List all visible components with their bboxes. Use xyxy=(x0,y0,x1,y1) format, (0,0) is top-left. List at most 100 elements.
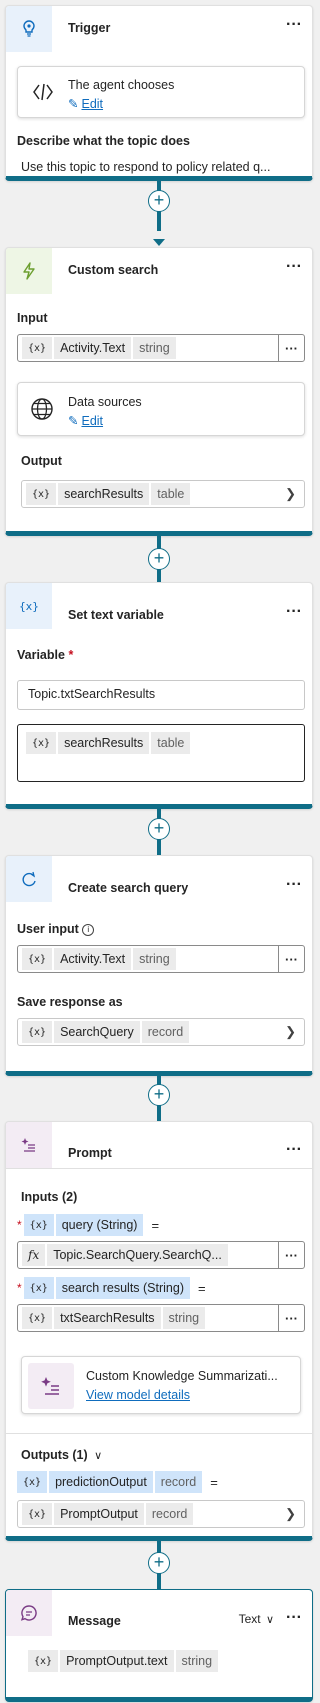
required-marker: * xyxy=(68,648,74,662)
add-node-button[interactable]: + xyxy=(148,1084,170,1106)
message-more-button[interactable]: ··· xyxy=(286,1610,302,1626)
user-input-more-button[interactable]: ··· xyxy=(278,946,304,972)
agent-chooses-title: The agent chooses xyxy=(68,78,175,92)
trigger-title: Trigger xyxy=(68,21,111,35)
view-model-details-link[interactable]: View model details xyxy=(86,1388,190,1402)
globe-icon xyxy=(30,397,54,424)
text-mode-label: Text xyxy=(238,1612,261,1626)
prompt-sparkle-icon xyxy=(6,1122,52,1168)
variable-icon: {x} xyxy=(22,1307,53,1329)
lightning-icon xyxy=(6,248,52,294)
message-type: string xyxy=(175,1650,219,1672)
message-variable: PromptOutput.text xyxy=(60,1650,174,1672)
text-mode-dropdown[interactable]: Text ∨ xyxy=(239,1612,274,1626)
inputs-label: Inputs (2) xyxy=(21,1190,78,1204)
chevron-right-icon[interactable]: ❯ xyxy=(285,1024,296,1040)
pencil-icon: ✎ xyxy=(68,97,79,111)
value-field[interactable]: {x} searchResults table xyxy=(17,724,305,782)
agent-chooses-card: The agent chooses ✎ Edit xyxy=(17,66,305,118)
output-name: predictionOutput xyxy=(49,1471,153,1493)
create-search-query-title: Create search query xyxy=(68,881,189,895)
save-response-field[interactable]: {x} SearchQuery record ❯ xyxy=(17,1018,305,1046)
add-node-button[interactable]: + xyxy=(148,190,170,212)
input2-name: search results (String) xyxy=(55,1277,190,1299)
input-label: Input xyxy=(17,311,48,325)
input2-value: txtSearchResults xyxy=(54,1307,161,1329)
input-more-button[interactable]: ··· xyxy=(278,335,304,361)
data-sources-edit-link[interactable]: ✎ Edit xyxy=(68,413,103,428)
user-input-label-text: User input xyxy=(17,922,79,936)
chevron-right-icon[interactable]: ❯ xyxy=(285,1506,296,1522)
variable-icon: {x} xyxy=(28,1650,59,1672)
variable-node-icon: {x} xyxy=(6,583,52,629)
prompt-title: Prompt xyxy=(68,1146,112,1160)
outputs-label-text: Outputs (1) xyxy=(21,1448,88,1462)
output-type: table xyxy=(151,483,191,505)
input1-value: Topic.SearchQuery.SearchQ... xyxy=(47,1244,228,1266)
create-search-query-more-button[interactable]: ··· xyxy=(286,877,302,893)
save-response-variable: SearchQuery xyxy=(54,1021,140,1043)
add-node-button[interactable]: + xyxy=(148,818,170,840)
code-brackets-icon xyxy=(32,81,54,106)
variable-icon: {x} xyxy=(23,1277,54,1299)
message-bubble-icon xyxy=(6,1590,52,1636)
custom-search-title: Custom search xyxy=(68,263,159,277)
variable-label-text: Variable xyxy=(17,648,65,662)
divider xyxy=(6,1433,312,1434)
input1-name: query (String) xyxy=(55,1214,144,1236)
equals-sign: = xyxy=(210,1474,218,1490)
output-field[interactable]: {x} searchResults table ❯ xyxy=(21,480,305,508)
input2-more-button[interactable]: ··· xyxy=(278,1305,304,1331)
set-text-variable-more-button[interactable]: ··· xyxy=(286,604,302,620)
describe-value[interactable]: Use this topic to respond to policy rela… xyxy=(21,160,270,174)
chevron-down-icon: ∨ xyxy=(94,1450,103,1462)
outputs-label[interactable]: Outputs (1) ∨ xyxy=(21,1448,102,1462)
variable-input[interactable]: Topic.txtSearchResults xyxy=(17,680,305,710)
chevron-right-icon[interactable]: ❯ xyxy=(285,486,296,502)
variable-label: Variable * xyxy=(17,648,73,662)
user-input-field[interactable]: {x} Activity.Text string ··· xyxy=(17,945,305,973)
variable-icon: {x} xyxy=(26,732,57,754)
trigger-edit-link[interactable]: ✎ Edit xyxy=(68,96,103,111)
create-search-query-node[interactable]: Create search query ··· User input i {x}… xyxy=(5,855,313,1076)
input2-field[interactable]: {x} txtSearchResults string ··· xyxy=(17,1304,305,1332)
input1-field[interactable]: fx Topic.SearchQuery.SearchQ... ··· xyxy=(17,1241,305,1269)
describe-label: Describe what the topic does xyxy=(17,134,190,148)
custom-search-node[interactable]: Custom search ··· Input {x} Activity.Tex… xyxy=(5,247,313,536)
model-card: Custom Knowledge Summarizati... View mod… xyxy=(21,1356,301,1414)
input-variable: Activity.Text xyxy=(54,337,132,359)
equals-sign: = xyxy=(198,1280,206,1296)
model-title: Custom Knowledge Summarizati... xyxy=(86,1369,278,1383)
value-type: table xyxy=(151,732,191,754)
add-node-button[interactable]: + xyxy=(148,548,170,570)
model-icon xyxy=(28,1363,74,1409)
save-response-label: Save response as xyxy=(17,995,123,1009)
input2-type: string xyxy=(162,1307,206,1329)
custom-search-more-button[interactable]: ··· xyxy=(286,259,302,275)
set-text-variable-title: Set text variable xyxy=(68,608,164,622)
add-node-button[interactable]: + xyxy=(148,1552,170,1574)
input-field[interactable]: {x} Activity.Text string ··· xyxy=(17,334,305,362)
prompt-output-type: record xyxy=(145,1503,194,1525)
prompt-output-variable: PromptOutput xyxy=(54,1503,144,1525)
trigger-node[interactable]: Trigger ··· The agent chooses ✎ Edit Desc… xyxy=(5,5,313,181)
variable-icon: {x} xyxy=(22,948,53,970)
info-icon[interactable]: i xyxy=(82,923,95,936)
input2-name-row: * {x} search results (String) = xyxy=(17,1277,206,1299)
prompt-output-field[interactable]: {x} PromptOutput record ❯ xyxy=(17,1500,305,1528)
variable-icon: {x} xyxy=(26,483,57,505)
save-response-type: record xyxy=(141,1021,190,1043)
input1-more-button[interactable]: ··· xyxy=(278,1242,304,1268)
trigger-icon xyxy=(6,6,52,52)
message-node[interactable]: Message Text ∨ ··· {x} PromptOutput.text… xyxy=(5,1589,313,1702)
message-value[interactable]: {x} PromptOutput.text string xyxy=(28,1650,219,1672)
set-text-variable-node[interactable]: {x} Set text variable ··· Variable * Top… xyxy=(5,582,313,809)
input1-name-row: * {x} query (String) = xyxy=(17,1214,159,1236)
trigger-more-button[interactable]: ··· xyxy=(286,17,302,33)
value-variable: searchResults xyxy=(58,732,150,754)
data-sources-title: Data sources xyxy=(68,395,142,409)
equals-sign: = xyxy=(151,1217,160,1233)
prompt-more-button[interactable]: ··· xyxy=(286,1142,302,1158)
trigger-edit-label: Edit xyxy=(81,97,104,111)
prompt-node[interactable]: Prompt ··· Inputs (2) * {x} query (Strin… xyxy=(5,1121,313,1541)
